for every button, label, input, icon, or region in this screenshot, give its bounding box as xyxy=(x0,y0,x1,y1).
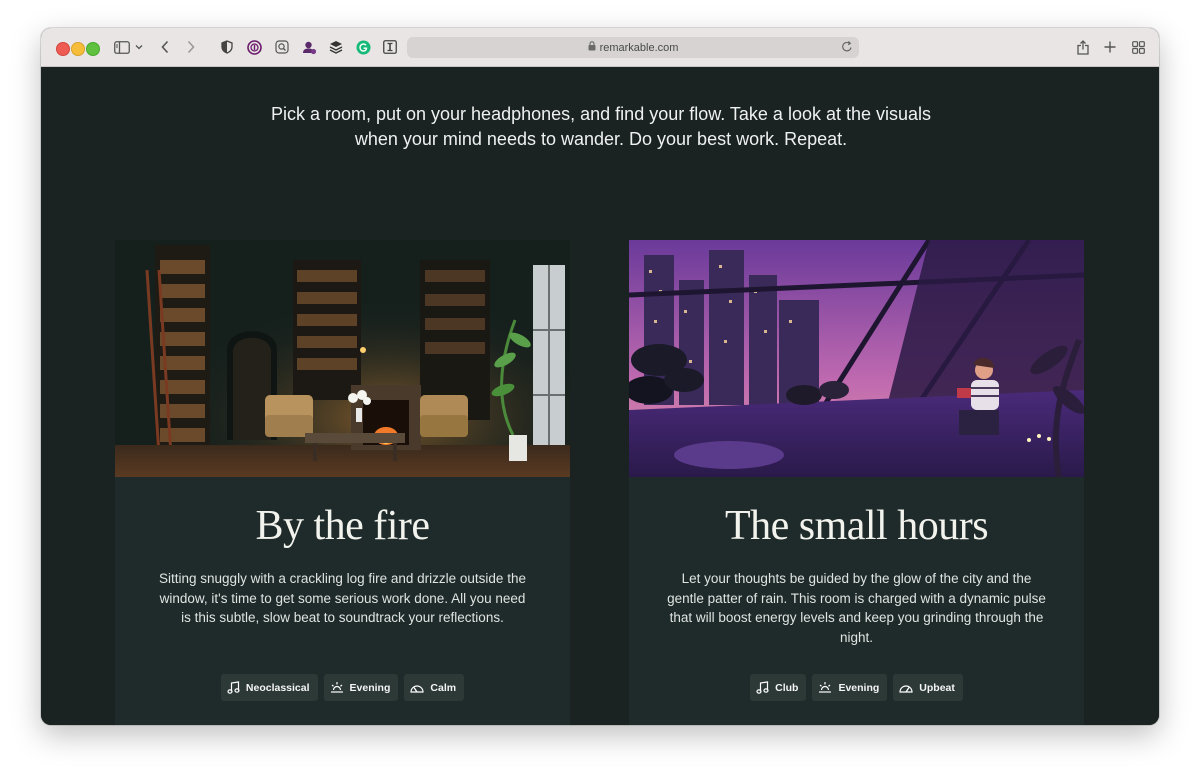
tag-label: Calm xyxy=(430,681,457,694)
tag-label: Evening xyxy=(838,681,880,694)
card-title: By the fire xyxy=(255,503,430,549)
reload-icon[interactable] xyxy=(841,40,853,56)
close-window-button[interactable] xyxy=(56,42,70,56)
page-content: Pick a room, put on your headphones, and… xyxy=(41,67,1159,725)
tag-label: Evening xyxy=(349,681,391,694)
password-manager-icon[interactable] xyxy=(246,38,262,56)
url-text: remarkable.com xyxy=(599,41,679,54)
gauge-icon xyxy=(899,682,913,694)
time-tag[interactable]: Evening xyxy=(812,674,888,701)
intro-text: Pick a room, put on your headphones, and… xyxy=(221,102,981,152)
zoom-window-button[interactable] xyxy=(86,42,100,56)
share-icon[interactable] xyxy=(1076,38,1090,56)
intro-line-2: when your mind needs to wander. Do your … xyxy=(354,129,848,149)
room-card-by-the-fire[interactable]: By the fire Sitting snuggly with a crack… xyxy=(115,240,570,725)
tag-label: Club xyxy=(775,681,799,694)
chevron-down-icon[interactable] xyxy=(135,38,143,56)
privacy-shield-icon[interactable] xyxy=(220,38,234,56)
tab-overview-icon[interactable] xyxy=(1131,38,1145,56)
music-note-icon xyxy=(227,681,240,694)
tag-list: Neoclassical Evening Calm xyxy=(115,674,570,701)
room-card-the-small-hours[interactable]: The small hours Let your thoughts be gui… xyxy=(629,240,1084,725)
time-tag[interactable]: Evening xyxy=(323,674,399,701)
mood-tag[interactable]: Upbeat xyxy=(893,674,963,701)
forward-icon[interactable] xyxy=(185,38,197,56)
minimize-window-button[interactable] xyxy=(71,42,85,56)
magnifier-extension-icon[interactable] xyxy=(274,38,290,56)
music-note-icon xyxy=(756,681,769,694)
card-description: Sitting snuggly with a crackling log fir… xyxy=(159,571,526,625)
layers-extension-icon[interactable] xyxy=(328,38,344,56)
user-extension-icon[interactable] xyxy=(301,38,317,56)
intro-line-1: Pick a room, put on your headphones, and… xyxy=(270,104,932,124)
new-tab-icon[interactable] xyxy=(1103,38,1117,56)
fireplace-library-illustration xyxy=(115,240,570,477)
city-night-loft-illustration xyxy=(629,240,1084,477)
tag-list: Club Evening Upbeat xyxy=(629,674,1084,701)
text-extension-icon[interactable] xyxy=(382,38,398,56)
grammar-extension-icon[interactable] xyxy=(355,38,371,56)
tag-label: Upbeat xyxy=(919,681,955,694)
back-icon[interactable] xyxy=(159,38,171,56)
lock-icon xyxy=(588,41,596,54)
gauge-icon xyxy=(410,682,424,694)
genre-tag[interactable]: Neoclassical xyxy=(220,674,318,701)
card-description: Let your thoughts be guided by the glow … xyxy=(667,571,1046,645)
sunset-icon xyxy=(330,681,344,694)
card-title: The small hours xyxy=(724,503,989,549)
browser-window: remarkable.com Pick a room, put on your … xyxy=(41,28,1159,725)
tag-label: Neoclassical xyxy=(245,681,310,694)
sunset-icon xyxy=(818,681,832,694)
browser-toolbar: remarkable.com xyxy=(41,28,1159,67)
sidebar-toggle-icon[interactable] xyxy=(113,38,131,56)
mood-tag[interactable]: Calm xyxy=(404,674,465,701)
genre-tag[interactable]: Club xyxy=(750,674,807,701)
address-bar[interactable]: remarkable.com xyxy=(407,37,859,58)
